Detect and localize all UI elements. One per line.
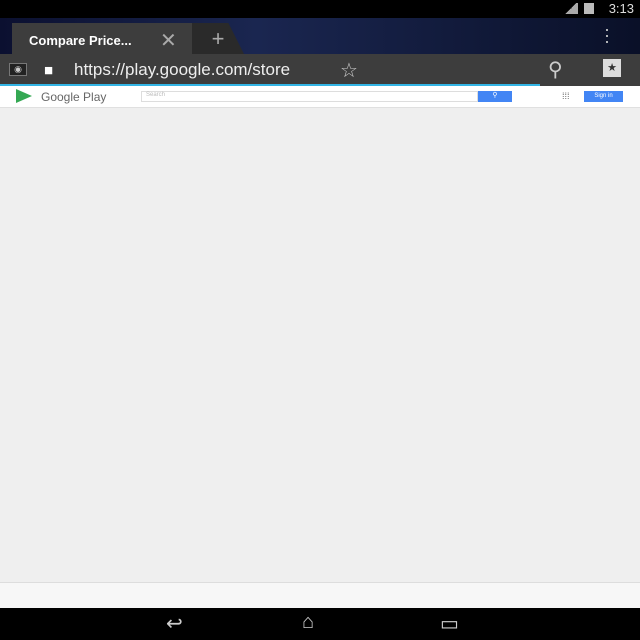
search-icon[interactable]: ⚲ xyxy=(548,57,563,82)
bookmarks-icon[interactable]: ★ xyxy=(603,59,621,77)
recents-icon[interactable]: ▭ xyxy=(440,611,459,636)
page-footer xyxy=(0,582,640,608)
search-button[interactable]: ⚲ xyxy=(478,91,512,102)
new-tab-button[interactable]: + xyxy=(192,23,244,54)
bookmark-star-icon[interactable]: ☆ xyxy=(340,58,358,83)
sign-in-button[interactable]: Sign in xyxy=(584,91,623,102)
status-bar: 3:13 xyxy=(0,0,640,18)
tab-bar: Compare Price... ✕ + · · · xyxy=(0,18,640,54)
url-bar: ◉ ■ https://play.google.com/store ☆ ⚲ ★ xyxy=(0,54,640,86)
overflow-menu-icon[interactable]: · · · xyxy=(604,20,610,50)
signal-icon xyxy=(564,3,578,14)
globe-icon[interactable]: ◉ xyxy=(9,63,27,76)
search-input[interactable]: Search xyxy=(141,91,478,102)
back-icon[interactable]: ↩ xyxy=(166,611,183,636)
google-play-header: Google Play Search ⚲ ⁞⁞⁞ Sign in xyxy=(0,86,640,108)
url-input[interactable]: https://play.google.com/store xyxy=(74,60,326,80)
brand-name[interactable]: Google Play xyxy=(41,90,106,104)
google-play-logo-icon[interactable] xyxy=(16,89,32,103)
close-tab-icon[interactable]: ✕ xyxy=(160,28,177,53)
clock: 3:13 xyxy=(608,1,634,16)
lock-icon: ■ xyxy=(44,62,54,79)
battery-icon xyxy=(584,3,594,14)
home-icon[interactable]: ⌂ xyxy=(302,611,314,634)
navigation-bar: ↩ ⌂ ▭ xyxy=(0,608,640,640)
apps-grid-icon[interactable]: ⁞⁞⁞ xyxy=(562,91,570,101)
tab-compare-prices[interactable]: Compare Price... ✕ xyxy=(12,23,192,54)
tab-title: Compare Price... xyxy=(29,33,132,48)
